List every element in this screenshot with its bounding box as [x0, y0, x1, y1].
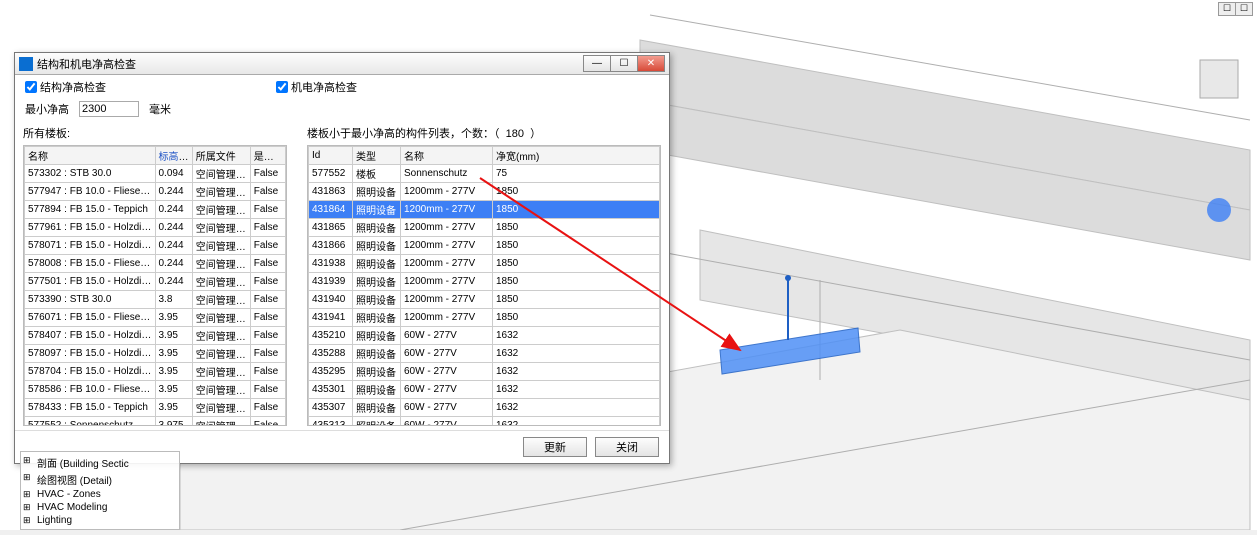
table-row[interactable]: 435210照明设备60W - 277V1632 — [309, 327, 660, 345]
tree-item[interactable]: Lighting — [23, 514, 177, 527]
components-table[interactable]: Id类型名称净宽(mm) 577552楼板Sonnenschutz7543186… — [308, 146, 660, 426]
clearance-check-dialog: 结构和机电净高检查 — ☐ ✕ 结构净高检查 机电净高检查 最小净高 毫米 所有… — [14, 52, 670, 464]
table-row[interactable]: 578704 : FB 15.0 - Holzdielen3.95空间管理.rv… — [25, 363, 286, 381]
tree-item[interactable]: HVAC Modeling — [23, 501, 177, 514]
left-caption: 所有楼板: — [23, 123, 287, 145]
max-icon[interactable]: ☐ — [1235, 2, 1253, 16]
right-table-scroll[interactable]: Id类型名称净宽(mm) 577552楼板Sonnenschutz7543186… — [307, 145, 661, 426]
table-row[interactable]: 577501 : FB 15.0 - Holzdielen0.244空间管理.r… — [25, 273, 286, 291]
table-row[interactable]: 573302 : STB 30.00.094空间管理.rvtFalse — [25, 165, 286, 183]
table-row[interactable]: 431938照明设备1200mm - 277V1850 — [309, 255, 660, 273]
table-row[interactable]: 431863照明设备1200mm - 277V1850 — [309, 183, 660, 201]
col-header[interactable]: 标高(m) — [155, 147, 192, 165]
col-header[interactable]: 是否结构 — [250, 147, 285, 165]
table-row[interactable]: 431940照明设备1200mm - 277V1850 — [309, 291, 660, 309]
col-header[interactable]: 净宽(mm) — [493, 147, 660, 165]
tree-item[interactable]: HVAC - Zones — [23, 488, 177, 501]
table-row[interactable]: 435307照明设备60W - 277V1632 — [309, 399, 660, 417]
table-row[interactable]: 573390 : STB 30.03.8空间管理.rvtFalse — [25, 291, 286, 309]
table-row[interactable]: 578071 : FB 15.0 - Holzdielen0.244空间管理.r… — [25, 237, 286, 255]
col-header[interactable]: 类型 — [353, 147, 401, 165]
table-row[interactable]: 578097 : FB 15.0 - Holzdielen3.95空间管理.rv… — [25, 345, 286, 363]
table-row[interactable]: 431864照明设备1200mm - 277V1850 — [309, 201, 660, 219]
table-row[interactable]: 577552 : Sonnenschutz3.975空间管理.rvtFalse — [25, 417, 286, 427]
col-header[interactable]: 名称 — [25, 147, 156, 165]
restore-icon[interactable]: ☐ — [1218, 2, 1236, 16]
table-row[interactable]: 435313照明设备60W - 277V1632 — [309, 417, 660, 427]
table-row[interactable]: 577961 : FB 15.0 - Holzdielen0.244空间管理.r… — [25, 219, 286, 237]
col-header[interactable]: 名称 — [401, 147, 493, 165]
table-row[interactable]: 576071 : FB 15.0 - Fliesen 50 x 503.95空间… — [25, 309, 286, 327]
minimize-button[interactable]: — — [583, 55, 611, 72]
left-table-scroll[interactable]: 名称标高(m)所属文件是否结构 573302 : STB 30.00.094空间… — [23, 145, 287, 426]
table-row[interactable]: 435301照明设备60W - 277V1632 — [309, 381, 660, 399]
col-header[interactable]: Id — [309, 147, 353, 165]
window-controls: ☐ ☐ — [1219, 2, 1253, 16]
table-row[interactable]: 431866照明设备1200mm - 277V1850 — [309, 237, 660, 255]
maximize-button[interactable]: ☐ — [610, 55, 638, 72]
dialog-title: 结构和机电净高检查 — [37, 56, 136, 72]
close-dialog-button[interactable]: 关闭 — [595, 437, 659, 457]
table-row[interactable]: 431941照明设备1200mm - 277V1850 — [309, 309, 660, 327]
table-row[interactable]: 578407 : FB 15.0 - Holzdielen3.95空间管理.rv… — [25, 327, 286, 345]
table-row[interactable]: 431865照明设备1200mm - 277V1850 — [309, 219, 660, 237]
project-browser[interactable]: 剖面 (Building Sectic 绘图视图 (Detail) HVAC -… — [20, 451, 180, 530]
table-row[interactable]: 577894 : FB 15.0 - Teppich0.244空间管理.rvtF… — [25, 201, 286, 219]
tree-item[interactable]: 绘图视图 (Detail) — [23, 471, 177, 488]
table-row[interactable]: 577947 : FB 10.0 - Fliesen 15 x 150.244空… — [25, 183, 286, 201]
table-row[interactable]: 435295照明设备60W - 277V1632 — [309, 363, 660, 381]
min-clearance-label: 最小净高 — [25, 101, 69, 117]
floors-table[interactable]: 名称标高(m)所属文件是否结构 573302 : STB 30.00.094空间… — [24, 146, 286, 426]
app-icon — [19, 57, 33, 71]
col-header[interactable]: 所属文件 — [192, 147, 250, 165]
unit-label: 毫米 — [149, 101, 171, 117]
table-row[interactable]: 435288照明设备60W - 277V1632 — [309, 345, 660, 363]
table-row[interactable]: 578433 : FB 15.0 - Teppich3.95空间管理.rvtFa… — [25, 399, 286, 417]
mep-check[interactable]: 机电净高检查 — [276, 79, 357, 95]
table-row[interactable]: 578008 : FB 15.0 - Fliesen 50 x 500.244空… — [25, 255, 286, 273]
tree-item[interactable]: 剖面 (Building Sectic — [23, 454, 177, 471]
structural-check[interactable]: 结构净高检查 — [25, 79, 106, 95]
table-row[interactable]: 431939照明设备1200mm - 277V1850 — [309, 273, 660, 291]
table-row[interactable]: 577552楼板Sonnenschutz75 — [309, 165, 660, 183]
table-row[interactable]: 578586 : FB 10.0 - Fliesen 15 x 153.95空间… — [25, 381, 286, 399]
update-button[interactable]: 更新 — [523, 437, 587, 457]
right-caption: 楼板小于最小净高的构件列表，个数：（ 180 ） — [307, 123, 661, 145]
min-clearance-input[interactable] — [79, 101, 139, 117]
close-button[interactable]: ✕ — [637, 55, 665, 72]
dialog-titlebar[interactable]: 结构和机电净高检查 — ☐ ✕ — [15, 53, 669, 75]
